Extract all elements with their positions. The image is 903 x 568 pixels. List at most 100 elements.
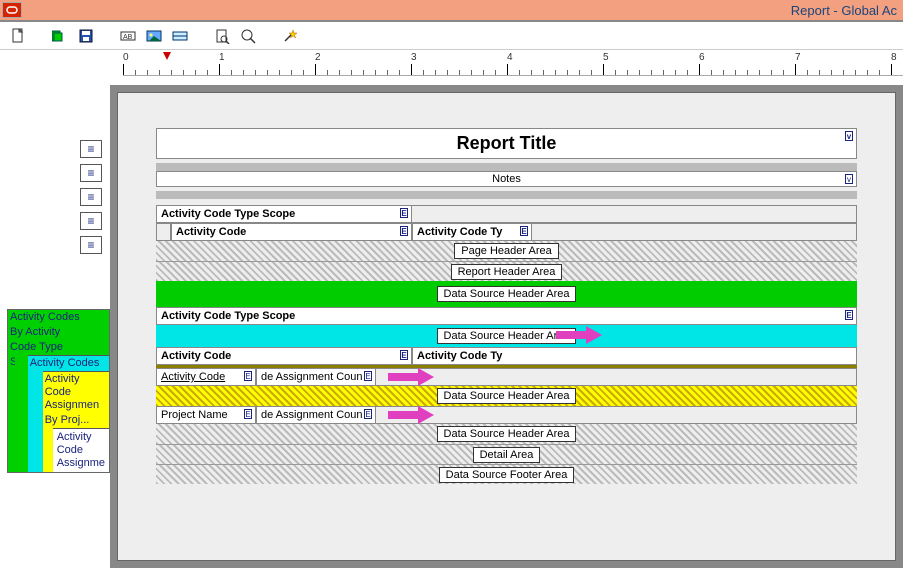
- detail-region[interactable]: Detail Area: [156, 444, 857, 464]
- band-handle[interactable]: [80, 236, 102, 254]
- scope-header-row: Activity Code Type Scope E: [156, 205, 857, 223]
- tree-cyan-line1[interactable]: Activity Codes: [28, 356, 109, 371]
- ruler-tick-label: 5: [603, 52, 609, 63]
- col1-text: Activity Code: [176, 226, 246, 238]
- annotation-arrow-icon: [388, 368, 434, 386]
- scope-label-text: Activity Code Type Scope: [161, 208, 295, 220]
- oracle-logo-icon: [2, 2, 22, 18]
- empty-cell: [376, 368, 857, 386]
- notes-field[interactable]: Notes v: [156, 171, 857, 187]
- field-button[interactable]: [170, 26, 190, 46]
- svg-text:AB: AB: [123, 34, 133, 41]
- field-activity-code[interactable]: Activity Code E: [156, 368, 256, 386]
- col1-header-2[interactable]: Activity Code E: [156, 347, 412, 365]
- indent-cell: [156, 223, 171, 241]
- ruler-tick-label: 0: [123, 52, 129, 63]
- ds-header-tag-3: Data Source Header Area: [437, 388, 577, 404]
- ruler-tick-label: 7: [795, 52, 801, 63]
- field-marker-icon: E: [244, 371, 252, 381]
- report-header-region[interactable]: Report Header Area: [156, 261, 857, 281]
- tree-root-line3[interactable]: Code Type: [8, 340, 109, 355]
- detail-tag: Detail Area: [473, 447, 541, 463]
- band-handles: [80, 140, 105, 260]
- report-header-tag: Report Header Area: [451, 264, 563, 280]
- annotation-arrow-icon: [556, 326, 602, 344]
- ruler-tick-label: 3: [411, 52, 417, 63]
- field-marker-icon: E: [400, 226, 408, 236]
- field-marker-icon: E: [400, 208, 408, 218]
- notes-text: Notes: [492, 173, 521, 185]
- field-marker-icon: E: [364, 409, 372, 419]
- report-title-text: Report Title: [457, 133, 557, 153]
- field-marker-icon: E: [520, 226, 528, 236]
- ruler-tick-label: 4: [507, 52, 513, 63]
- ds-footer-region[interactable]: Data Source Footer Area: [156, 464, 857, 484]
- tree-root-line1[interactable]: Activity Codes: [8, 310, 109, 325]
- ds-header-tag-4: Data Source Header Area: [437, 426, 577, 442]
- col1-text-2: Activity Code: [161, 350, 231, 362]
- column-header-row-2: Activity Code E Activity Code Ty: [156, 347, 857, 365]
- ds-header-region-cyan[interactable]: Data Source Header Area: [156, 325, 857, 347]
- col1-header[interactable]: Activity Code E: [171, 223, 412, 241]
- tree-prefix: S: [8, 355, 15, 472]
- report-canvas[interactable]: Report Title v Notes v Activity Code Typ…: [110, 85, 903, 568]
- report-page: Report Title v Notes v Activity Code Typ…: [117, 92, 896, 561]
- window-title: Report - Global Ac: [28, 3, 901, 18]
- band-handle[interactable]: [80, 212, 102, 230]
- field-assign-count-1[interactable]: de Assignment Coun E: [256, 368, 376, 386]
- field-project-name[interactable]: Project Name E: [156, 406, 256, 424]
- tree-yellow-line2[interactable]: By Proj...: [43, 413, 109, 428]
- datasource-tree[interactable]: Activity Codes By Activity Code Type S A…: [7, 309, 110, 473]
- spacer: [156, 163, 857, 171]
- save-button[interactable]: [76, 26, 96, 46]
- field-marker-icon: E: [400, 350, 408, 360]
- page-header-tag: Page Header Area: [454, 243, 559, 259]
- zoom-button[interactable]: [238, 26, 258, 46]
- detail-row-2: Project Name E de Assignment Coun E: [156, 406, 857, 424]
- col2-text: Activity Code Ty: [417, 226, 502, 238]
- ruler-tick-label: 8: [891, 52, 897, 63]
- ds-header-region-green[interactable]: Data Source Header Area: [156, 281, 857, 307]
- wizard-button[interactable]: [280, 26, 300, 46]
- field-assign-count-2-text: de Assignment Coun: [261, 409, 363, 421]
- scope-header-row-2: Activity Code Type Scope E: [156, 307, 857, 325]
- new-doc-button[interactable]: [8, 26, 28, 46]
- scope-label-text-2: Activity Code Type Scope: [161, 310, 295, 322]
- page-header-region[interactable]: Page Header Area: [156, 241, 857, 261]
- main-toolbar: AB: [0, 20, 903, 50]
- field-marker-icon: v: [845, 131, 853, 141]
- scope-label-cell[interactable]: Activity Code Type Scope E: [156, 205, 412, 223]
- tree-white-line1[interactable]: Activity Code Assignme: [55, 430, 107, 471]
- col2-text-2: Activity Code Ty: [417, 350, 502, 362]
- ruler-tick-label: 1: [219, 52, 225, 63]
- band-handle[interactable]: [80, 140, 102, 158]
- field-marker-icon: E: [845, 310, 853, 320]
- detail-row-1: Activity Code E de Assignment Coun E: [156, 368, 857, 386]
- field-assign-count-2[interactable]: de Assignment Coun E: [256, 406, 376, 424]
- open-button[interactable]: [50, 26, 70, 46]
- ds-header-region-yellow[interactable]: Data Source Header Area: [156, 386, 857, 406]
- scope-label-cell-2[interactable]: Activity Code Type Scope E: [156, 307, 857, 325]
- window-titlebar: Report - Global Ac: [0, 0, 903, 20]
- col2-header-2[interactable]: Activity Code Ty: [412, 347, 857, 365]
- tree-root-line2[interactable]: By Activity: [8, 325, 109, 340]
- annotation-arrow-icon: [388, 406, 434, 424]
- ruler-tick-label: 6: [699, 52, 705, 63]
- ds-footer-tag: Data Source Footer Area: [439, 467, 575, 483]
- tree-yellow-line1[interactable]: Activity Code Assignmen: [43, 372, 109, 413]
- spacer: [156, 191, 857, 199]
- ds-header-region-grey[interactable]: Data Source Header Area: [156, 424, 857, 444]
- field-assign-count-1-text: de Assignment Coun: [261, 371, 363, 383]
- preview-button[interactable]: [212, 26, 232, 46]
- report-title-field[interactable]: Report Title v: [156, 128, 857, 159]
- empty-cell: [532, 223, 857, 241]
- col2-header[interactable]: Activity Code Ty E: [412, 223, 532, 241]
- band-handle[interactable]: [80, 164, 102, 182]
- textbox-button[interactable]: AB: [118, 26, 138, 46]
- band-handle[interactable]: [80, 188, 102, 206]
- image-button[interactable]: [144, 26, 164, 46]
- empty-cell: [412, 205, 857, 223]
- empty-cell: [376, 406, 857, 424]
- field-marker-icon: E: [244, 409, 252, 419]
- ruler-cursor-icon[interactable]: [163, 52, 171, 60]
